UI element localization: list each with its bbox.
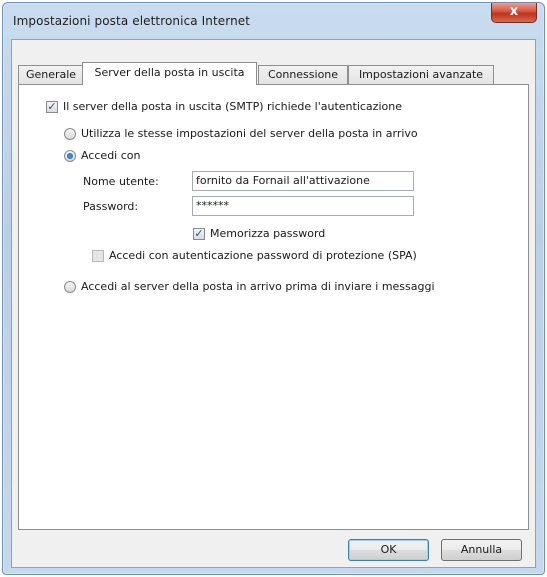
tab-server-posta-uscita[interactable]: Server della posta in uscita (82, 62, 257, 85)
login-label: Accedi con (81, 149, 141, 162)
pop-before-smtp-label: Accedi al server della posta in arrivo p… (81, 280, 435, 293)
tab-generale[interactable]: Generale (18, 65, 84, 84)
remember-password-checkbox[interactable]: ✓ (193, 227, 205, 240)
ok-button[interactable]: OK (348, 539, 429, 561)
cancel-button[interactable]: Annulla (441, 539, 522, 561)
same-settings-label: Utilizza le stesse impostazioni del serv… (81, 127, 418, 140)
spa-option[interactable]: Accedi con autenticazione password di pr… (92, 249, 417, 262)
username-label: Nome utente: (83, 175, 159, 188)
remember-password-option[interactable]: ✓ Memorizza password (193, 227, 325, 240)
same-settings-option[interactable]: Utilizza le stesse impostazioni del serv… (64, 127, 418, 140)
close-button[interactable]: x (491, 3, 537, 23)
tab-strip: Generale Server della posta in uscita Co… (18, 62, 528, 85)
tab-connessione[interactable]: Connessione (258, 65, 348, 84)
pop-before-smtp-radio[interactable] (64, 280, 76, 293)
remember-password-label: Memorizza password (210, 227, 326, 240)
smtp-auth-checkbox[interactable]: ✓ (46, 100, 58, 113)
smtp-auth-option[interactable]: ✓ Il server della posta in uscita (SMTP)… (46, 100, 402, 113)
pop-before-smtp-option[interactable]: Accedi al server della posta in arrivo p… (64, 280, 435, 293)
password-field[interactable]: ****** (192, 196, 414, 216)
same-settings-radio[interactable] (64, 127, 76, 140)
username-field[interactable]: fornito da Fornail all'attivazione (192, 171, 414, 191)
smtp-auth-label: Il server della posta in uscita (SMTP) r… (63, 100, 402, 113)
dialog-client-area: Generale Server della posta in uscita Co… (11, 39, 536, 568)
dialog-window: Impostazioni posta elettronica Internet … (2, 2, 545, 575)
password-label: Password: (83, 200, 139, 213)
login-radio[interactable] (64, 149, 76, 162)
window-title: Impostazioni posta elettronica Internet (13, 14, 251, 28)
tab-impostazioni-avanzate[interactable]: Impostazioni avanzate (348, 65, 494, 84)
login-option[interactable]: Accedi con (64, 149, 140, 162)
tab-panel: ✓ Il server della posta in uscita (SMTP)… (18, 84, 529, 530)
close-icon: x (509, 4, 519, 19)
spa-checkbox[interactable] (92, 249, 104, 262)
spa-label: Accedi con autenticazione password di pr… (109, 249, 417, 262)
